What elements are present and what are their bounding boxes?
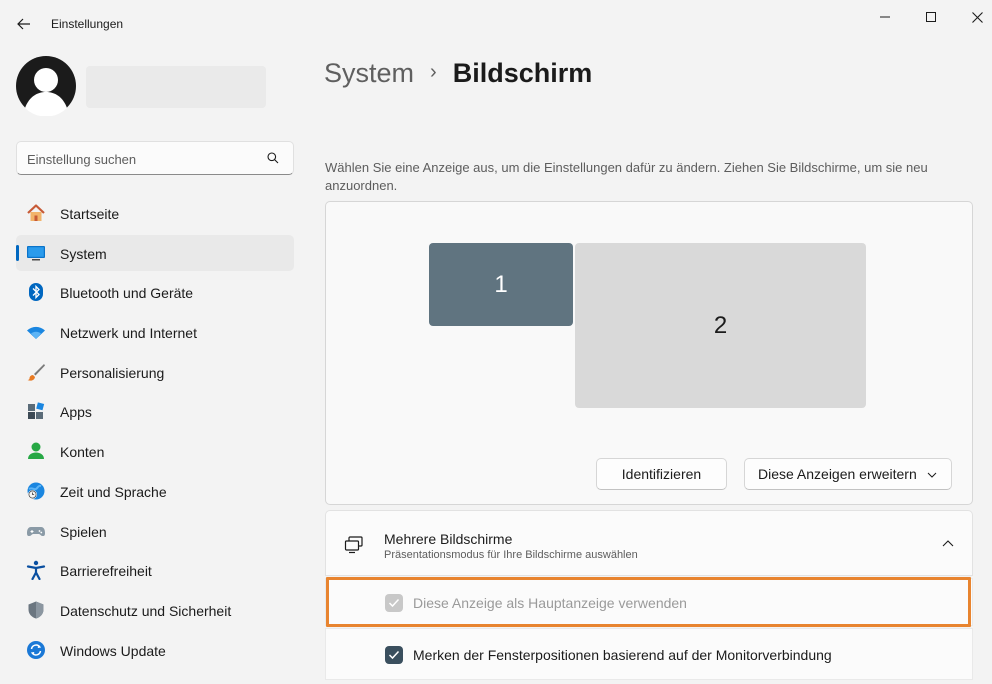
display-mode-dropdown[interactable]: Diese Anzeigen erweitern [744, 458, 952, 490]
breadcrumb: System › Bildschirm [324, 58, 592, 89]
main-display-option-row: Diese Anzeige als Hauptanzeige verwenden [325, 578, 973, 626]
identify-button[interactable]: Identifizieren [596, 458, 727, 490]
title-bar: Einstellungen [0, 0, 992, 48]
update-icon [26, 640, 46, 660]
sidebar-item-label: Bluetooth und Geräte [60, 285, 194, 302]
sidebar-item-datenschutz[interactable]: Datenschutz und Sicherheit [16, 592, 294, 628]
main-display-checkbox[interactable] [385, 594, 403, 612]
minimize-icon [880, 16, 890, 18]
checkmark-icon [388, 650, 400, 660]
maximize-icon [926, 12, 936, 22]
sidebar-item-label: Konten [60, 444, 105, 461]
profile-name-placeholder [86, 66, 266, 108]
sidebar-nav: Startseite System Bluetooth und Geräte N… [16, 195, 294, 671]
sidebar-item-label: Datenschutz und Sicherheit [60, 602, 232, 619]
remember-positions-option-row: Merken der Fensterpositionen basierend a… [325, 628, 973, 680]
sidebar-item-netzwerk[interactable]: Netzwerk und Internet [16, 314, 294, 350]
sidebar-item-label: Zeit und Sprache [60, 483, 167, 500]
back-button[interactable] [14, 14, 34, 34]
monitor-1-tile[interactable]: 1 [429, 243, 573, 326]
sidebar-item-spielen[interactable]: Spielen [16, 513, 294, 549]
monitor-2-tile[interactable]: 2 [575, 243, 866, 408]
accessibility-icon [26, 560, 46, 581]
main-display-label: Diese Anzeige als Hauptanzeige verwenden [413, 595, 687, 611]
monitor-number: 2 [713, 311, 728, 339]
expander-subtitle: Präsentationsmodus für Ihre Bildschirme … [384, 549, 638, 561]
sidebar-item-zeit-und-sprache[interactable]: Zeit und Sprache [16, 473, 294, 509]
sidebar-item-startseite[interactable]: Startseite [16, 195, 294, 231]
multiple-displays-icon [344, 536, 363, 554]
app-title: Einstellungen [51, 17, 124, 31]
home-icon [26, 203, 46, 223]
search-box[interactable] [16, 141, 294, 175]
sidebar-item-bluetooth[interactable]: Bluetooth und Geräte [16, 274, 294, 310]
selection-indicator [16, 244, 19, 261]
remember-positions-label: Merken der Fensterpositionen basierend a… [413, 647, 832, 663]
sidebar-item-label: System [60, 245, 107, 262]
multiple-displays-expander[interactable]: Mehrere Bildschirme Präsentationsmodus f… [325, 510, 973, 576]
avatar[interactable] [16, 56, 76, 117]
person-icon [26, 441, 46, 461]
sidebar-item-personalisierung[interactable]: Personalisierung [16, 354, 294, 390]
user-avatar-icon [16, 56, 76, 117]
close-button[interactable] [966, 6, 988, 28]
sidebar-item-label: Spielen [60, 523, 107, 540]
expander-title: Mehrere Bildschirme [384, 531, 513, 547]
maximize-button[interactable] [920, 6, 942, 28]
globe-clock-icon [26, 481, 46, 501]
sidebar-item-label: Startseite [60, 206, 120, 222]
remember-positions-checkbox[interactable] [385, 646, 403, 664]
apps-icon [26, 401, 46, 421]
sidebar-item-label: Apps [60, 404, 92, 421]
bluetooth-icon [26, 282, 46, 302]
chevron-up-icon[interactable] [942, 539, 954, 549]
close-icon [971, 11, 983, 23]
gamepad-icon [26, 521, 46, 541]
sidebar-item-label: Barrierefreiheit [60, 563, 152, 580]
sidebar-item-konten[interactable]: Konten [16, 433, 294, 469]
breadcrumb-separator-icon: › [430, 61, 437, 83]
arrange-description: Wählen Sie eine Anzeige aus, um die Eins… [325, 160, 928, 193]
minimize-button[interactable] [874, 6, 896, 28]
sidebar-item-label: Netzwerk und Internet [60, 325, 197, 342]
checkmark-icon [388, 598, 400, 608]
sidebar-item-system[interactable]: System [16, 234, 294, 271]
search-icon[interactable] [267, 152, 279, 164]
shield-icon [26, 600, 46, 620]
wifi-icon [26, 322, 46, 342]
display-mode-selected: Diese Anzeigen erweitern [758, 466, 917, 482]
sidebar-item-apps[interactable]: Apps [16, 393, 294, 429]
search-input[interactable] [27, 150, 257, 168]
sidebar-item-barrierefreiheit[interactable]: Barrierefreiheit [16, 552, 294, 588]
sidebar-item-windows-update[interactable]: Windows Update [16, 632, 294, 668]
page-title: Bildschirm [452, 58, 593, 88]
monitor-number: 1 [494, 270, 508, 298]
arrow-left-icon [17, 18, 30, 30]
display-arrangement-panel: 1 2 Identifizieren Diese Anzeigen erweit… [325, 201, 973, 505]
breadcrumb-parent-link[interactable]: System [324, 58, 414, 89]
chevron-down-icon [927, 472, 937, 478]
sidebar-item-label: Windows Update [60, 642, 166, 659]
sidebar-item-label: Personalisierung [60, 364, 165, 381]
brush-icon [26, 362, 46, 382]
display-icon [26, 243, 46, 263]
